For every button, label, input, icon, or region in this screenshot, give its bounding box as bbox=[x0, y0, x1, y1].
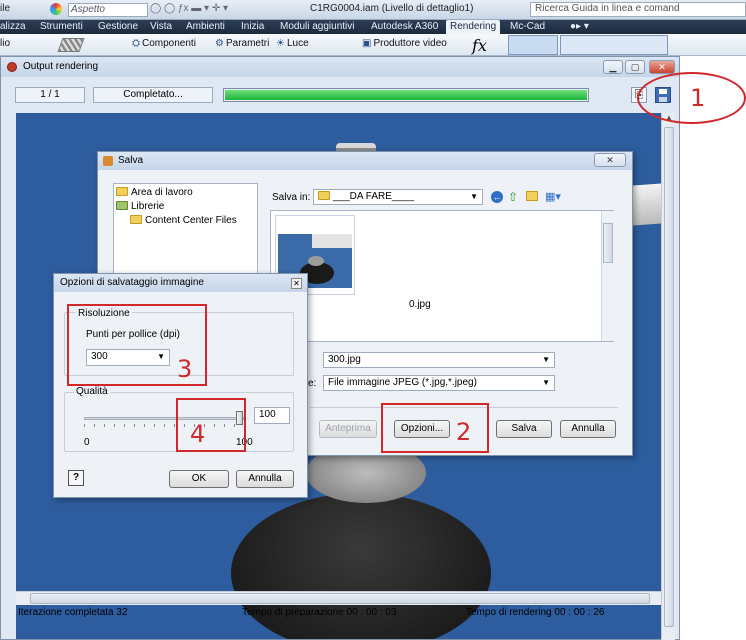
render-counter: 1 / 1 bbox=[15, 87, 85, 103]
lookin-label: Salva in: bbox=[272, 192, 311, 203]
save-dialog-close-button[interactable]: ✕ bbox=[594, 153, 626, 167]
maximize-button[interactable]: ▢ bbox=[625, 60, 645, 74]
cancel-button[interactable]: Annulla bbox=[560, 420, 616, 438]
chevron-down-icon: ▼ bbox=[542, 355, 550, 364]
save-button[interactable]: Salva bbox=[496, 420, 552, 438]
render-time-label: Tempo di rendering 00 : 00 : 26 bbox=[466, 607, 605, 618]
filetype-dropdown[interactable]: File immagine JPEG (*.jpg,*.jpeg) ▼ bbox=[323, 375, 555, 391]
render-app-icon bbox=[7, 62, 17, 72]
back-icon[interactable]: ← bbox=[491, 191, 503, 203]
document-title: C1RG0004.iam (Livello di dettaglio1) bbox=[310, 3, 474, 14]
appearance-icon[interactable] bbox=[50, 3, 62, 15]
places-panel: Area di lavoro Librerie Content Center F… bbox=[113, 183, 258, 283]
render-progress-bar bbox=[223, 88, 589, 102]
parameters-icon: ⚙ bbox=[215, 38, 224, 49]
tab-autodesk-a360[interactable]: Autodesk A360 bbox=[371, 21, 438, 32]
quality-label: Qualità bbox=[74, 386, 110, 397]
function-icon[interactable]: fx bbox=[472, 36, 487, 55]
place-content-center[interactable]: Content Center Files bbox=[130, 215, 237, 226]
chevron-down-icon: ▼ bbox=[470, 192, 478, 201]
tab-gestione[interactable]: Gestione bbox=[98, 21, 138, 32]
horizontal-scrollbar[interactable] bbox=[16, 591, 661, 605]
filename-combo[interactable]: 300.jpg ▼ bbox=[323, 352, 555, 368]
place-libraries[interactable]: Librerie bbox=[116, 201, 164, 212]
tab-rendering[interactable]: Rendering bbox=[446, 20, 501, 34]
tab-strumenti[interactable]: Strumenti bbox=[40, 21, 83, 32]
horizontal-scroll-thumb[interactable] bbox=[30, 593, 650, 604]
annotation-number-1: 1 bbox=[690, 84, 706, 112]
tab-inizia[interactable]: Inizia bbox=[241, 21, 264, 32]
annotation-box-4 bbox=[176, 398, 246, 452]
output-window-title: Output rendering bbox=[23, 61, 99, 72]
save-dialog-icon bbox=[103, 156, 113, 166]
render-status-bar: Iterazione completata 32 Tempo di prepar… bbox=[16, 605, 676, 623]
quick-access-tools[interactable]: ◯ ◯ ƒx ▬ ▾ ✛ ▾ bbox=[150, 3, 228, 14]
components-button[interactable]: ⛭ Componenti bbox=[132, 38, 196, 49]
help-icon[interactable]: ? bbox=[68, 470, 84, 486]
close-button[interactable]: ✕ bbox=[649, 60, 675, 74]
save-dialog-title: Salva bbox=[118, 155, 144, 166]
render-progress-fill bbox=[225, 90, 587, 100]
folder-icon bbox=[116, 187, 128, 196]
minimize-button[interactable]: ▁ bbox=[603, 60, 623, 74]
app-title-bar: ile Aspetto ◯ ◯ ƒx ▬ ▾ ✛ ▾ C1RG0004.iam … bbox=[0, 0, 746, 20]
folder-icon bbox=[130, 215, 142, 224]
annotation-number-2: 2 bbox=[456, 418, 472, 446]
save-dialog-titlebar: Salva ✕ bbox=[98, 152, 632, 170]
preview-button[interactable]: Anteprima bbox=[319, 420, 377, 438]
tab-moduli-aggiuntivi[interactable]: Moduli aggiuntivi bbox=[280, 21, 355, 32]
filetype-label: e: bbox=[308, 378, 317, 389]
light-icon: ☀ bbox=[276, 38, 285, 49]
file-list-scrollbar[interactable] bbox=[601, 211, 614, 341]
video-producer-button[interactable]: ▣ Produttore video bbox=[362, 38, 447, 49]
environment-button[interactable] bbox=[560, 35, 668, 55]
ribbon-left-fragment: lio bbox=[0, 38, 11, 49]
quality-value-input[interactable]: 100 bbox=[254, 407, 290, 424]
place-workspace[interactable]: Area di lavoro bbox=[116, 187, 193, 198]
options-dialog-title: Opzioni di salvataggio immagine bbox=[60, 277, 204, 288]
light-button[interactable]: ☀ Luce bbox=[276, 38, 309, 49]
vertical-scroll-thumb[interactable] bbox=[664, 127, 674, 627]
video-producer-icon: ▣ bbox=[362, 38, 372, 49]
iterations-label: Iterazione completata 32 bbox=[18, 607, 128, 618]
video-record-icon[interactable]: ●▸ ▾ bbox=[570, 21, 589, 32]
preparation-time-label: Tempo di preparazione 00 : 00 : 03 bbox=[242, 607, 397, 618]
title-left-fragment: ile bbox=[0, 3, 11, 14]
chevron-down-icon: ▼ bbox=[542, 378, 550, 387]
ribbon-tabs: alizza Strumenti Gestione Vista Ambienti… bbox=[0, 20, 746, 34]
camera-view-button[interactable] bbox=[508, 35, 558, 55]
annotation-number-4: 4 bbox=[190, 420, 206, 448]
parameters-button[interactable]: ⚙ Parametri bbox=[215, 38, 269, 49]
components-icon: ⛭ bbox=[132, 38, 140, 49]
tab-vista[interactable]: Vista bbox=[150, 21, 172, 32]
folder-icon bbox=[318, 191, 330, 200]
library-icon bbox=[116, 201, 128, 210]
tab-ambienti[interactable]: Ambienti bbox=[186, 21, 225, 32]
options-cancel-button[interactable]: Annulla bbox=[236, 470, 294, 488]
appearance-dropdown[interactable]: Aspetto bbox=[68, 3, 148, 17]
ribbon-panel: lio ⛭ Componenti ⚙ Parametri ☀ Luce ▣ Produt… bbox=[0, 34, 746, 56]
tab-analizza[interactable]: alizza bbox=[0, 21, 26, 32]
new-folder-icon[interactable] bbox=[526, 191, 538, 201]
view-menu-icon[interactable]: ▦▾ bbox=[545, 190, 561, 203]
options-dialog-close-button[interactable]: ✕ bbox=[291, 278, 302, 289]
lookin-dropdown[interactable]: ___DA FARE____ ▼ bbox=[313, 189, 483, 205]
slider-min-label: 0 bbox=[84, 437, 90, 448]
vertical-scrollbar[interactable]: ▲ bbox=[661, 113, 675, 640]
help-search-input[interactable]: Ricerca Guida in linea e comand bbox=[530, 2, 746, 17]
output-window-titlebar: Output rendering ▁ ▢ ✕ bbox=[1, 57, 679, 77]
tab-mc-cad[interactable]: Mc-Cad bbox=[510, 21, 545, 32]
options-dialog-titlebar: Opzioni di salvataggio immagine ✕ bbox=[54, 274, 307, 292]
up-folder-icon[interactable]: ⇧ bbox=[508, 190, 518, 204]
ok-button[interactable]: OK bbox=[169, 470, 229, 488]
file-list[interactable]: 0.jpg bbox=[270, 210, 614, 342]
render-status: Completato... bbox=[93, 87, 213, 103]
annotation-box-2 bbox=[381, 403, 489, 453]
annotation-number-3: 3 bbox=[177, 355, 193, 383]
render-image-icon[interactable] bbox=[57, 38, 85, 52]
